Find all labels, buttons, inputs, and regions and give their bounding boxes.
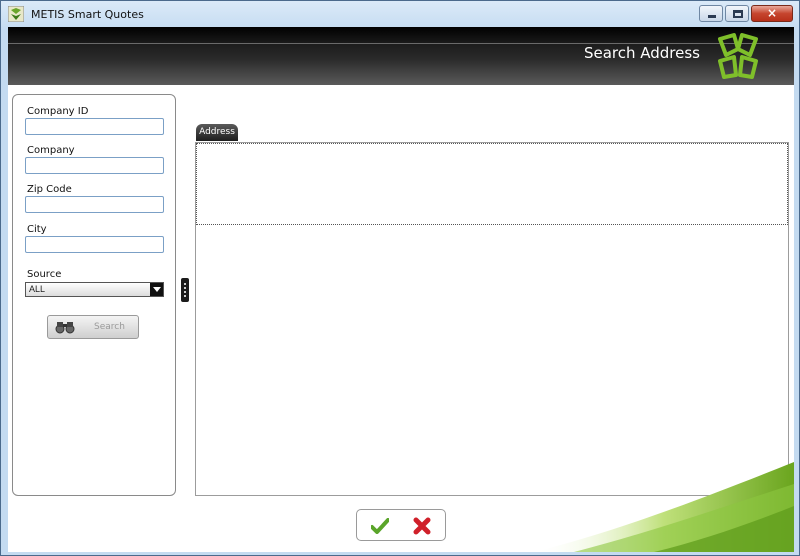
grip-dot [184,287,186,289]
header-banner: Search Address [8,27,794,85]
metis-logo [718,33,758,79]
window-controls: × [699,5,793,22]
zip-code-label: Zip Code [27,184,72,195]
window-title: METIS Smart Quotes [31,8,144,21]
checkmark-icon[interactable] [371,518,389,534]
maximize-button[interactable] [725,5,749,22]
search-button-label: Search [94,322,125,332]
binoculars-icon [55,322,75,334]
app-window: METIS Smart Quotes × Search Address Comp… [0,0,800,556]
source-dropdown[interactable]: ALL [25,282,164,297]
close-icon: × [766,6,778,20]
minimize-icon [708,15,716,18]
metis-app-icon [8,6,24,22]
source-label: Source [27,269,62,280]
company-label: Company [27,145,75,156]
title-bar[interactable]: METIS Smart Quotes × [1,1,799,27]
page-title: Search Address [583,44,700,62]
tab-address[interactable]: Address [196,124,238,141]
zip-code-input[interactable] [25,196,164,213]
banner-top-strip [8,27,794,43]
close-button[interactable]: × [751,5,793,22]
dialog-action-bar [356,509,446,541]
client-area: Search Address Company ID Company Zip Co… [8,27,794,552]
maximize-icon [733,10,743,18]
grip-dot [184,295,186,297]
panel-splitter-handle[interactable] [181,278,189,302]
grip-dot [184,283,186,285]
search-criteria-panel: Company ID Company Zip Code City Source … [12,94,176,496]
city-input[interactable] [25,236,164,253]
minimize-button[interactable] [699,5,723,22]
search-button[interactable]: Search [47,315,139,339]
company-id-label: Company ID [27,106,89,117]
decorative-green-swoosh [534,462,794,552]
chevron-down-icon[interactable] [150,283,163,296]
results-panel [195,142,789,496]
address-results-list[interactable] [196,143,788,225]
x-icon[interactable] [413,517,431,535]
company-input[interactable] [25,157,164,174]
grip-dot [184,291,186,293]
source-selected-value: ALL [29,284,46,294]
company-id-input[interactable] [25,118,164,135]
city-label: City [27,224,47,235]
